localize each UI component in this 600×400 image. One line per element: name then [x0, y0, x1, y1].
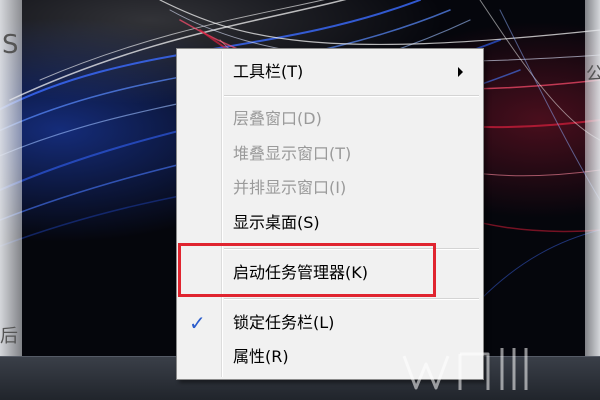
menu-item-label: 并排显示窗口(I) — [233, 178, 347, 197]
menu-item-label: 堆叠显示窗口(T) — [233, 144, 352, 163]
menu-item-toolbars[interactable]: 工具栏(T) — [179, 57, 479, 87]
menu-item-label: 锁定任务栏(L) — [233, 313, 335, 332]
menu-separator — [224, 95, 479, 97]
menu-separator — [224, 298, 479, 300]
watermark-logo — [402, 348, 528, 390]
blurred-text: S — [2, 30, 19, 60]
highlight-annotation-box — [178, 243, 436, 297]
menu-item-side-by-side-windows[interactable]: 并排显示窗口(I) — [179, 173, 479, 203]
menu-item-label: 属性(R) — [233, 347, 289, 366]
menu-item-stack-windows[interactable]: 堆叠显示窗口(T) — [179, 139, 479, 169]
menu-item-cascade-windows[interactable]: 层叠窗口(D) — [179, 104, 479, 134]
check-icon: ✓ — [189, 311, 206, 335]
menu-item-label: 显示桌面(S) — [233, 213, 320, 232]
blurred-text: 后 — [0, 326, 18, 347]
blurred-text: 公 — [586, 64, 600, 85]
menu-item-show-desktop[interactable]: 显示桌面(S) — [179, 208, 479, 238]
menu-item-label: 层叠窗口(D) — [233, 109, 322, 128]
chevron-right-icon — [458, 67, 463, 77]
menu-item-label: 工具栏(T) — [233, 62, 304, 81]
